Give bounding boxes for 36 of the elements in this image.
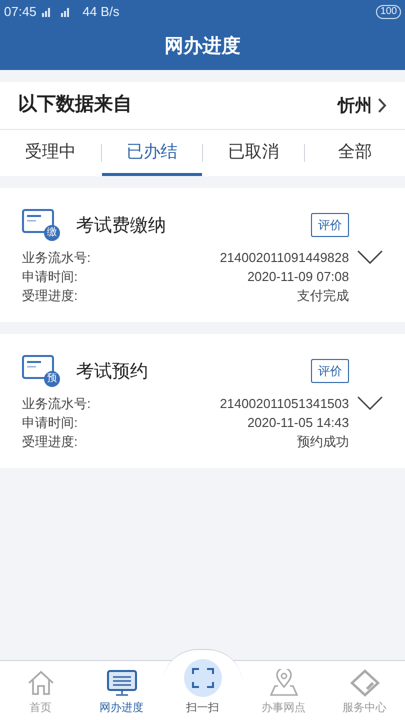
battery-level: 100	[376, 5, 401, 19]
field-value: 2020-11-05 14:43	[247, 414, 349, 432]
status-tab[interactable]: 全部	[304, 130, 405, 176]
rate-button[interactable]: 评价	[311, 213, 349, 237]
status-tab[interactable]: 受理中	[0, 130, 100, 176]
scan-icon	[184, 658, 222, 696]
badge: 缴	[44, 225, 60, 241]
chevron-right-icon	[378, 98, 387, 113]
nav-tab[interactable]: 网办进度	[81, 660, 162, 720]
page-title: 网办进度	[164, 34, 240, 59]
expand-chevron-icon	[357, 396, 383, 410]
field-label: 受理进度:	[22, 432, 78, 451]
diamond-icon	[348, 668, 380, 698]
field-label: 受理进度:	[22, 286, 78, 305]
field-value: 支付完成	[297, 286, 349, 305]
field-value: 214002011091449828	[220, 248, 349, 267]
field-label: 申请时间:	[22, 414, 78, 432]
record-title: 考试预约	[76, 360, 148, 382]
rate-button[interactable]: 评价	[311, 359, 349, 383]
map-pin-icon	[268, 668, 298, 698]
status-tab[interactable]: 已办结	[102, 130, 202, 176]
source-label: 以下数据来自	[18, 93, 132, 118]
city-selector[interactable]: 忻州	[338, 92, 387, 118]
field-value: 预约成功	[297, 432, 349, 451]
field-label: 业务流水号:	[22, 394, 91, 413]
field-label: 业务流水号:	[22, 248, 91, 267]
field-label: 申请时间:	[22, 268, 78, 286]
expand-chevron-icon	[357, 250, 383, 264]
field-value: 214002011051341503	[220, 394, 349, 413]
network-speed: 44 B/s	[82, 3, 120, 22]
badge: 预	[44, 371, 60, 387]
status-time: 07:45	[4, 3, 37, 22]
field-value: 2020-11-09 07:08	[247, 268, 349, 286]
record-title: 考试费缴纳	[76, 214, 166, 236]
monitor-icon	[106, 668, 136, 698]
status-tab[interactable]: 已取消	[203, 130, 304, 176]
